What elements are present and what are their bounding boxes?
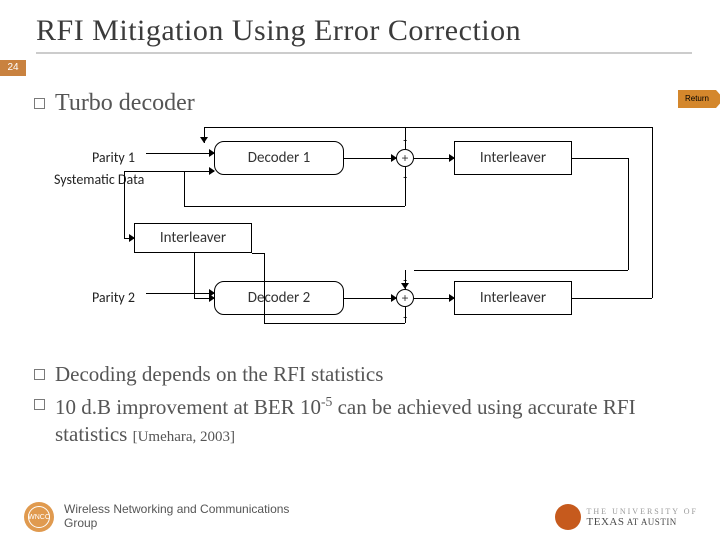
label-parity1: Parity 1	[92, 149, 135, 166]
bullet-icon	[34, 399, 45, 410]
title-divider	[36, 52, 692, 54]
ut-seal-icon	[555, 504, 581, 530]
block-interleaver2: Interleaver	[454, 281, 572, 315]
bullet-1: Decoding depends on the RFI statistics	[34, 361, 686, 387]
wncc-logo-block: WNCC Wireless Networking and Communicati…	[24, 502, 324, 532]
block-interleaver-mid: Interleaver	[134, 223, 252, 253]
bullet-2-pre: 10 d.B improvement at BER 10	[55, 395, 321, 419]
label-systematic: Systematic Data	[54, 171, 144, 188]
page-number-badge: 24	[0, 60, 26, 76]
block-interleaver1: Interleaver	[454, 141, 572, 175]
bullet-2: 10 d.B improvement at BER 10-5 can be ac…	[34, 393, 686, 447]
bullet-2-text: 10 d.B improvement at BER 10-5 can be ac…	[55, 393, 686, 447]
section-heading: Turbo decoder	[55, 90, 195, 117]
heading-row: Turbo decoder	[34, 90, 686, 117]
plus-icon: +	[396, 289, 414, 307]
bullet-icon	[34, 98, 45, 109]
bullet-1-text: Decoding depends on the RFI statistics	[55, 361, 383, 387]
citation: [Umehara, 2003]	[133, 429, 235, 445]
ut-tail: AT AUSTIN	[624, 517, 676, 527]
plus-icon: +	[396, 149, 414, 167]
ut-logo-block: THE UNIVERSITY OF TEXAS AT AUSTIN	[555, 504, 698, 530]
ut-big: TEXAS	[587, 516, 625, 528]
block-decoder1: Decoder 1	[214, 141, 344, 175]
ut-small: THE UNIVERSITY OF	[587, 507, 698, 516]
ut-wordmark: THE UNIVERSITY OF TEXAS AT AUSTIN	[587, 507, 698, 528]
label-parity2: Parity 2	[92, 289, 135, 306]
wncc-badge-icon: WNCC	[24, 502, 54, 532]
bullet-2-exp: -5	[321, 394, 332, 409]
block-decoder2: Decoder 2	[214, 281, 344, 315]
footer: WNCC Wireless Networking and Communicati…	[0, 502, 720, 532]
page-title: RFI Mitigation Using Error Correction	[36, 14, 692, 48]
bullet-icon	[34, 369, 45, 380]
footer-group-text: Wireless Networking and Communications G…	[64, 503, 324, 531]
turbo-decoder-diagram: Parity 1 Systematic Data Parity 2 Decode…	[34, 123, 686, 353]
